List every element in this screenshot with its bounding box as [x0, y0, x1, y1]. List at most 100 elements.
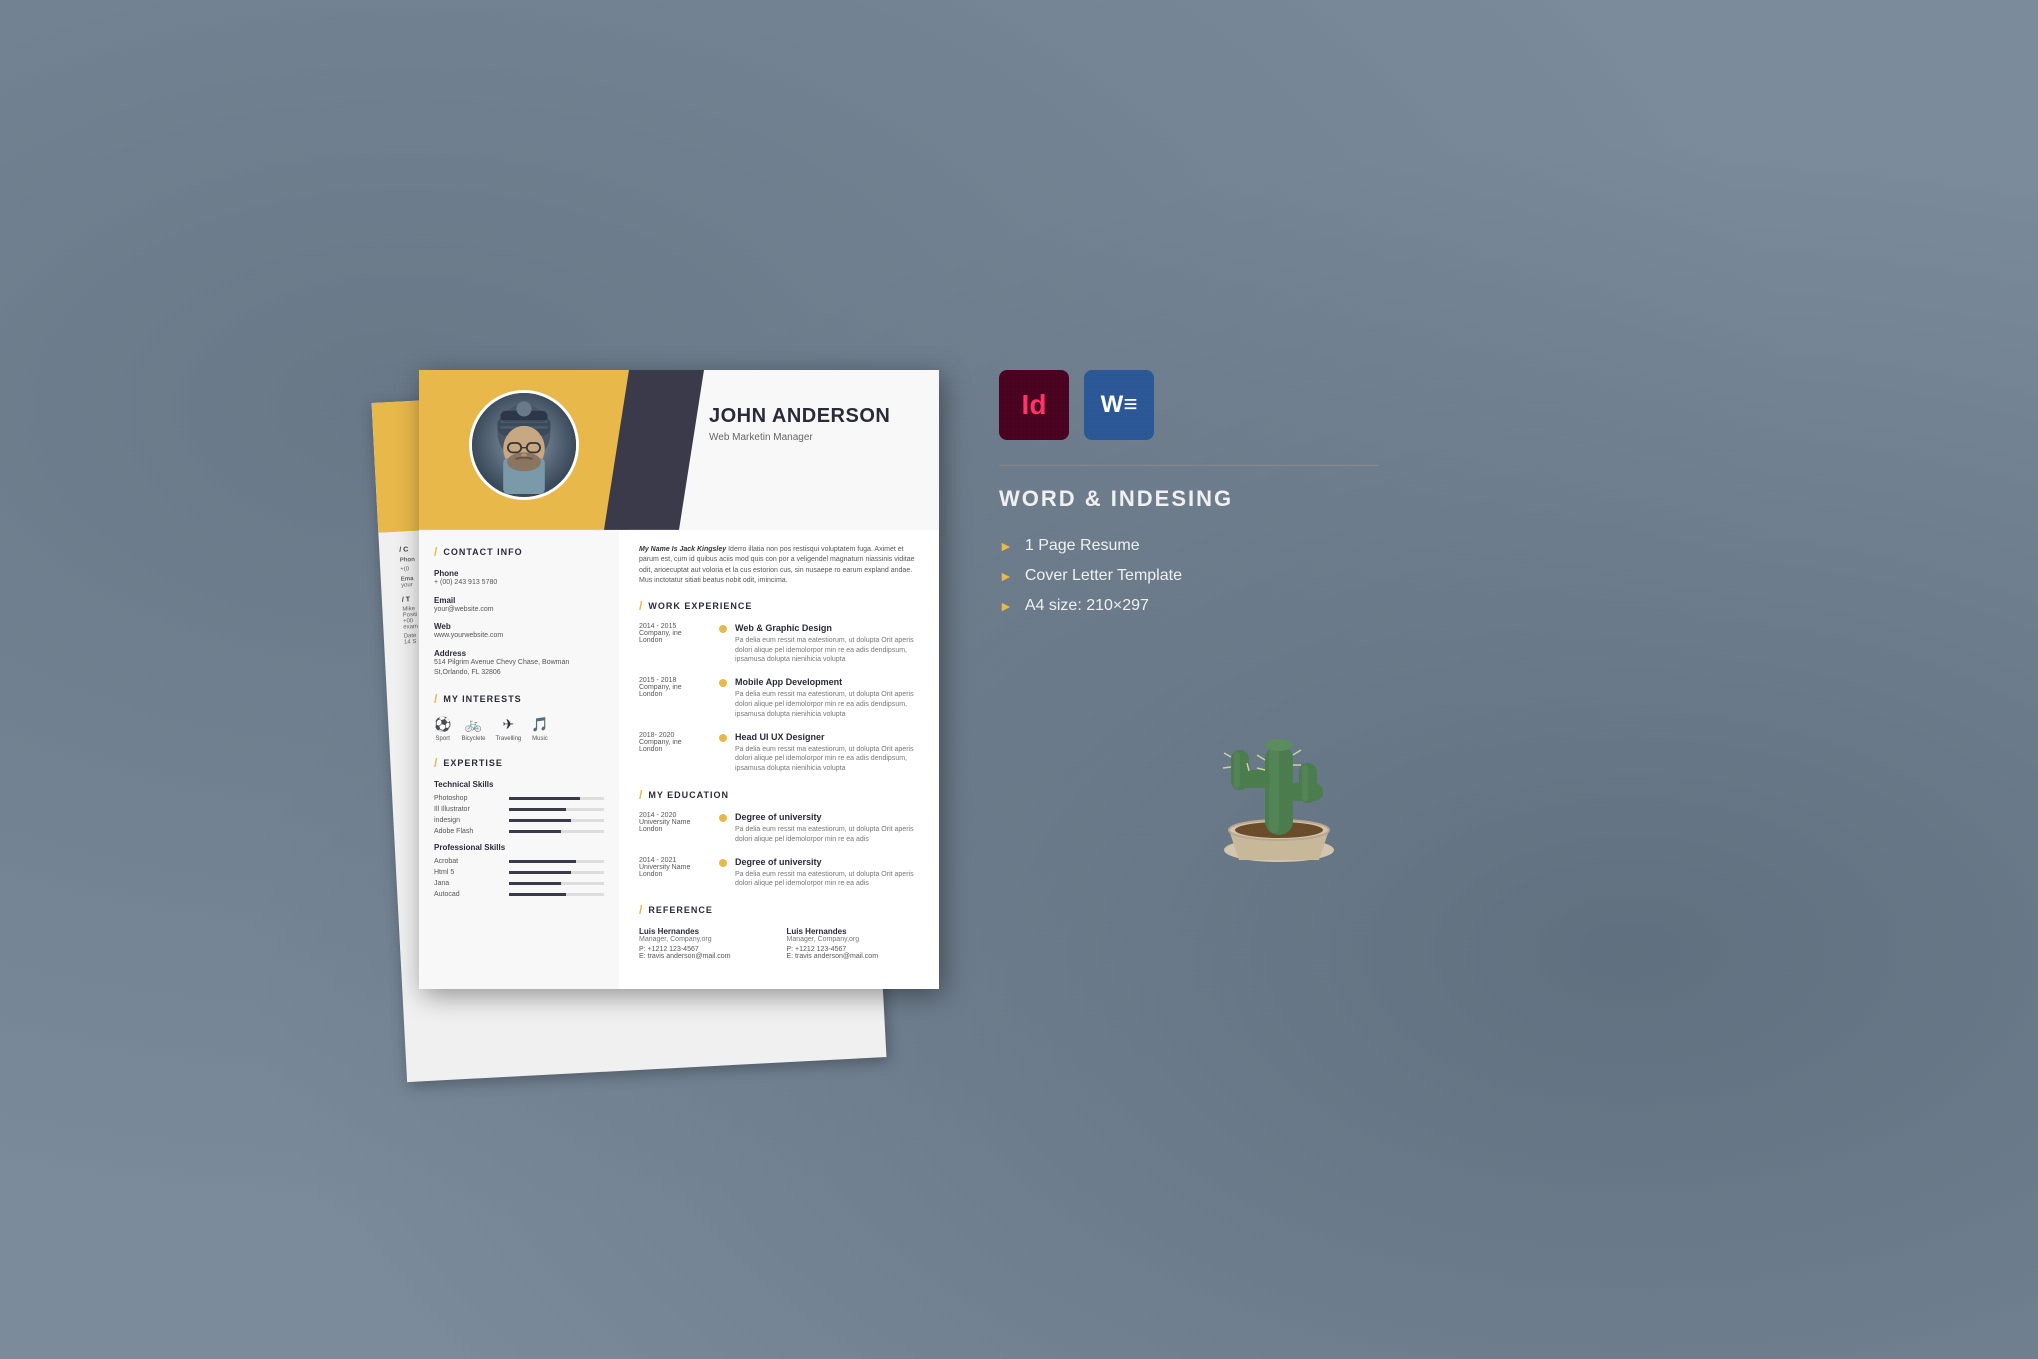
edu-dot — [719, 814, 727, 822]
interest-item: ⚽ Sport — [434, 716, 451, 742]
work-date: 2015 - 2018 — [639, 677, 719, 684]
feature-arrow: ► — [999, 568, 1013, 584]
ref-name: Luis Hernandes — [639, 927, 772, 936]
word-label: W≡ — [1101, 391, 1138, 419]
interests-title: MY INTERESTS — [434, 692, 604, 706]
work-details: Mobile App Development Pa delia eum ress… — [735, 677, 919, 719]
contact-email: Email your@website.com — [434, 596, 604, 615]
expertise-section: EXPERTISE Technical Skills Photoshop Ill… — [434, 756, 604, 898]
skill-name: indesign — [434, 817, 504, 824]
right-panel: Id W≡ WORD & INDESING ► 1 Page Resume ► … — [999, 370, 1379, 875]
word-icon: W≡ — [1084, 370, 1154, 440]
technical-skills-list: Photoshop Ill Illustrator indesign Adobe… — [434, 795, 604, 835]
profile-photo — [469, 390, 579, 500]
skill-item: Autocad — [434, 891, 604, 898]
ref-phone: P: +1212 123-4567 — [639, 946, 772, 953]
work-date-col: 2014 - 2015 Company, ineLondon — [639, 623, 719, 665]
edu-description: Pa delia eum ressit ma eatestiorum, ut d… — [735, 870, 919, 890]
contact-section: CONTACT INFO Phone + (00) 243 913 5780 E… — [434, 545, 604, 678]
address-value: 514 Pilgrim Avenue Chevy Chase, Bowman S… — [434, 658, 604, 678]
skill-bar-fill — [509, 797, 580, 800]
work-title: WORK EXPERIENCE — [639, 599, 919, 613]
edu-degree: Degree of university — [735, 812, 919, 822]
interest-label: Travelling — [495, 736, 521, 742]
skill-bar — [509, 882, 604, 885]
feature-arrow: ► — [999, 598, 1013, 614]
skill-bar — [509, 860, 604, 863]
feature-text: 1 Page Resume — [1025, 537, 1140, 555]
skill-bar-fill — [509, 819, 571, 822]
feature-item: ► Cover Letter Template — [999, 567, 1379, 585]
reference-section: REFERENCE Luis Hernandes Manager, Compan… — [639, 903, 919, 960]
skill-bar-fill — [509, 808, 566, 811]
ref-position: Manager, Company,org — [639, 936, 772, 943]
email-value: your@website.com — [434, 605, 604, 615]
resume-stack: / C Phon +(0 Ema your / T Mike Positi +0… — [419, 370, 939, 989]
work-date: 2014 - 2015 — [639, 623, 719, 630]
address-label: Address — [434, 649, 604, 658]
resume-left-column: CONTACT INFO Phone + (00) 243 913 5780 E… — [419, 530, 619, 989]
work-dot — [719, 734, 727, 742]
work-dot — [719, 625, 727, 633]
skill-name: Html 5 — [434, 869, 504, 876]
work-date: 2018- 2020 — [639, 732, 719, 739]
work-item: 2015 - 2018 Company, ineLondon Mobile Ap… — [639, 677, 919, 719]
education-item: 2014 - 2020 University NameLondon Degree… — [639, 812, 919, 845]
technical-skills-label: Technical Skills — [434, 780, 604, 789]
skill-bar — [509, 830, 604, 833]
ref-email: E: travis anderson@mail.com — [787, 953, 920, 960]
resume-body: CONTACT INFO Phone + (00) 243 913 5780 E… — [419, 530, 939, 989]
ref-position: Manager, Company,org — [787, 936, 920, 943]
phone-value: + (00) 243 913 5780 — [434, 578, 604, 588]
ref-name: Luis Hernandes — [787, 927, 920, 936]
work-date-col: 2018- 2020 Company, ineLondon — [639, 732, 719, 774]
work-date-col: 2015 - 2018 Company, ineLondon — [639, 677, 719, 719]
edu-description: Pa delia eum ressit ma eatestiorum, ut d… — [735, 825, 919, 845]
interest-icon: 🎵 — [531, 716, 548, 733]
page-container: / C Phon +(0 Ema your / T Mike Positi +0… — [419, 370, 1619, 989]
skill-name: Adobe Flash — [434, 828, 504, 835]
work-details: Web & Graphic Design Pa delia eum ressit… — [735, 623, 919, 665]
skill-name: Photoshop — [434, 795, 504, 802]
education-section: MY EDUCATION 2014 - 2020 University Name… — [639, 788, 919, 889]
contact-address: Address 514 Pilgrim Avenue Chevy Chase, … — [434, 649, 604, 678]
work-company: Company, ineLondon — [639, 739, 719, 753]
skill-item: Photoshop — [434, 795, 604, 802]
work-company: Company, ineLondon — [639, 630, 719, 644]
interest-icon: ⚽ — [434, 716, 451, 733]
skill-bar — [509, 819, 604, 822]
resume-header: JOHN ANDERSON Web Marketin Manager — [419, 370, 939, 530]
work-experience-section: WORK EXPERIENCE 2014 - 2015 Company, ine… — [639, 599, 919, 774]
interest-label: Sport — [436, 736, 450, 742]
profile-italic: My Name Is Jack Kingsley — [639, 546, 726, 553]
skill-name: Acrobat — [434, 858, 504, 865]
interest-item: 🎵 Music — [531, 716, 548, 742]
work-job-title: Mobile App Development — [735, 677, 919, 687]
phone-label: Phone — [434, 569, 604, 578]
work-job-title: Web & Graphic Design — [735, 623, 919, 633]
work-items-list: 2014 - 2015 Company, ineLondon Web & Gra… — [639, 623, 919, 774]
header-name-area: JOHN ANDERSON Web Marketin Manager — [709, 405, 919, 443]
feature-text: A4 size: 210×297 — [1025, 597, 1149, 615]
contact-web: Web www.yourwebsite.com — [434, 622, 604, 641]
skill-item: Adobe Flash — [434, 828, 604, 835]
product-title: WORD & INDESING — [999, 486, 1379, 512]
interest-icon: ✈ — [502, 716, 514, 733]
skill-bar — [509, 893, 604, 896]
interest-item: 🚲 Bicyclete — [461, 716, 485, 742]
edu-institution: University NameLondon — [639, 864, 719, 878]
ref-phone: P: +1212 123-4567 — [787, 946, 920, 953]
skill-item: Acrobat — [434, 858, 604, 865]
skill-bar-fill — [509, 871, 571, 874]
work-item: 2018- 2020 Company, ineLondon Head UI UX… — [639, 732, 919, 774]
edu-date: 2014 - 2020 — [639, 812, 719, 819]
web-value: www.yourwebsite.com — [434, 631, 604, 641]
professional-skills-label: Professional Skills — [434, 843, 604, 852]
resume-job-title: Web Marketin Manager — [709, 432, 919, 443]
cactus-svg — [1189, 675, 1369, 875]
work-item: 2014 - 2015 Company, ineLondon Web & Gra… — [639, 623, 919, 665]
expertise-title: EXPERTISE — [434, 756, 604, 770]
feature-list: ► 1 Page Resume ► Cover Letter Template … — [999, 537, 1379, 615]
feature-arrow: ► — [999, 538, 1013, 554]
interests-grid: ⚽ Sport 🚲 Bicyclete ✈ Travelling 🎵 Music — [434, 716, 604, 742]
